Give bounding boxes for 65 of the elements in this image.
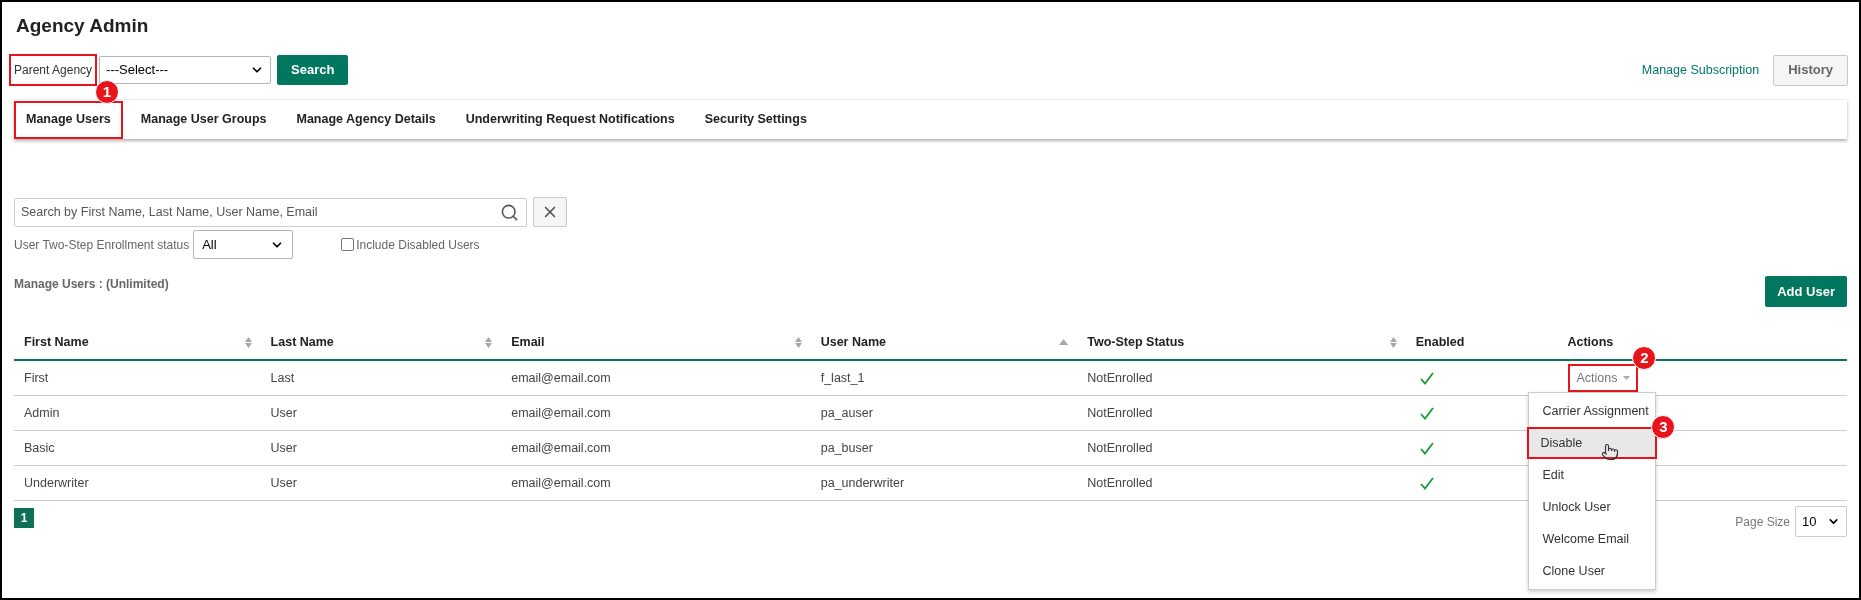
search-button[interactable]: Search (277, 55, 349, 85)
table-cell-text: User (270, 439, 297, 457)
include-disabled-label: Include Disabled Users (356, 236, 480, 254)
table-cell-text: First (24, 369, 49, 387)
tab[interactable]: Manage User Groups (128, 100, 279, 139)
table-cell-text: pa_underwriter (820, 474, 905, 492)
add-user-button[interactable]: Add User (1765, 276, 1847, 307)
sort-icon[interactable] (1389, 336, 1397, 348)
page-size-select[interactable]: 10 (1795, 506, 1847, 537)
column-header: Email (511, 333, 545, 351)
table-cell-text: NotEnrolled (1087, 369, 1153, 387)
search-icon[interactable] (500, 202, 519, 222)
table-cell-text: email@email.com (511, 404, 611, 422)
tab[interactable]: Underwriting Request Notifications (453, 100, 687, 139)
menu-item[interactable]: Welcome Email (1529, 523, 1656, 555)
table-cell-text: Admin (24, 404, 60, 422)
column-header: Two-Step Status (1087, 333, 1185, 351)
table-cell-text: email@email.com (511, 439, 611, 457)
user-search-field[interactable]: Search by First Name, Last Name, User Name, Email (14, 197, 527, 227)
sort-icon[interactable] (794, 336, 802, 348)
caret-icon (1623, 376, 1631, 380)
menu-item[interactable]: Disable (1527, 427, 1658, 459)
table-cell-text: Basic (24, 439, 55, 457)
annotation-number: 2 (1632, 346, 1657, 370)
table-cell-text: User (270, 474, 297, 492)
enrollment-status-select[interactable]: All (193, 230, 294, 259)
column-header: First Name (24, 333, 89, 351)
tab[interactable]: Manage Agency Details (284, 100, 448, 139)
column-header: User Name (820, 333, 886, 351)
manage-subscription-link[interactable]: Manage Subscription (1641, 60, 1760, 80)
table-cell-text: f_last_1 (820, 369, 865, 387)
enrollment-status-label: User Two-Step Enrollment status (14, 236, 190, 254)
annotation-number: 3 (1651, 415, 1676, 439)
section-title: Manage Users : (Unlimited) (14, 275, 169, 293)
parent-agency-label: Parent Agency (9, 54, 98, 86)
table-cell-text: pa_buser (820, 439, 873, 457)
tab[interactable]: Security Settings (692, 100, 819, 139)
menu-item[interactable]: Unlock User (1529, 491, 1656, 523)
table-cell-text: email@email.com (511, 369, 611, 387)
column-header: Actions (1567, 333, 1614, 351)
history-button[interactable]: History (1773, 54, 1848, 86)
clear-search-button[interactable] (533, 197, 567, 227)
hand-cursor-icon (1601, 443, 1620, 461)
page-title: Agency Admin (16, 14, 150, 38)
table-cell-text: email@email.com (511, 474, 611, 492)
table-cell-text: NotEnrolled (1087, 404, 1153, 422)
table-cell-text: NotEnrolled (1087, 474, 1153, 492)
sort-ascending-icon[interactable] (1059, 339, 1069, 345)
actions-dropdown-button[interactable]: Actions (1568, 364, 1639, 392)
table-cell-text: pa_auser (820, 404, 873, 422)
tab[interactable]: Manage Users (14, 100, 123, 139)
column-header: Last Name (270, 333, 334, 351)
menu-item[interactable]: Clone User (1529, 555, 1656, 587)
table-cell-text: User (270, 404, 297, 422)
column-header: Enabled (1415, 333, 1465, 351)
sort-icon[interactable] (244, 336, 252, 348)
table-cell-text: Underwriter (24, 474, 89, 492)
sort-icon[interactable] (485, 336, 493, 348)
menu-item[interactable]: Edit (1529, 459, 1656, 491)
table-cell-text: Last (270, 369, 295, 387)
page-button[interactable]: 1 (14, 508, 34, 528)
page-size-label: Page Size (1735, 513, 1790, 531)
parent-agency-select[interactable]: ---Select--- (99, 56, 272, 84)
table-cell-text: NotEnrolled (1087, 439, 1153, 457)
annotation-number: 1 (95, 80, 119, 104)
